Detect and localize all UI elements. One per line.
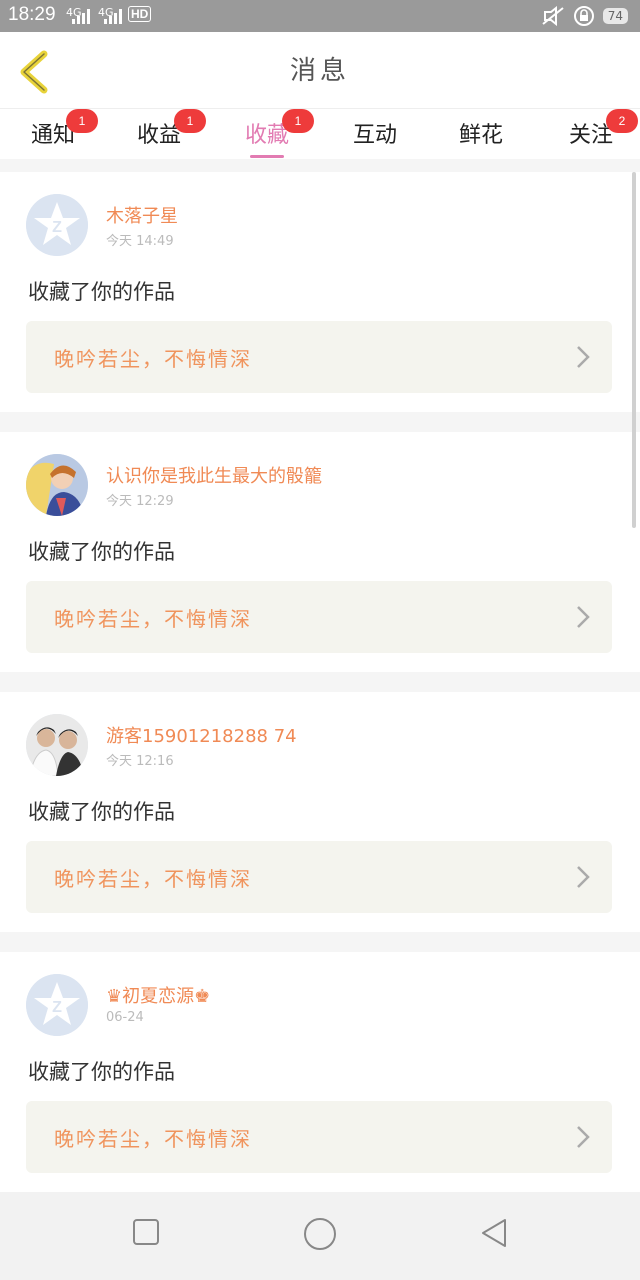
chevron-right-icon [577,346,590,368]
signal-icon-2 [104,9,122,24]
chevron-right-icon [577,606,590,628]
work-title: 晚吟若尘，不悔情深 [54,607,252,631]
signal-icon [72,9,90,24]
action-text: 收藏了你的作品 [28,540,175,564]
svg-text:Z: Z [52,219,62,236]
default-avatar-icon[interactable]: Z [26,974,88,1036]
work-link[interactable]: 晚吟若尘，不悔情深 [26,841,612,913]
work-link[interactable]: 晚吟若尘，不悔情深 [26,1101,612,1173]
tab-flowers[interactable]: 鲜花 [436,117,526,149]
tab-bar: 通知 1 收益 1 收藏 1 互动 鲜花 关注 2 [0,109,640,159]
default-avatar-icon[interactable]: Z [26,194,88,256]
list-item: Z 木落子星 今天 14:49 收藏了你的作品 晚吟若尘，不悔情深 [0,172,640,412]
list-item: Z ♛初夏恋源♚ 06-24 收藏了你的作品 晚吟若尘，不悔情深 [0,952,640,1192]
work-title: 晚吟若尘，不悔情深 [54,347,252,371]
user-name[interactable]: 认识你是我此生最大的骰籠 [106,462,322,488]
photo-avatar-icon[interactable] [26,714,88,776]
status-time: 18:29 [8,4,56,25]
tab-notice[interactable]: 通知 1 [8,109,98,149]
timestamp: 今天 12:29 [106,494,174,509]
timestamp: 06-24 [106,1010,144,1025]
tab-label: 互动 [352,123,397,148]
user-name[interactable]: 游客15901218288 74 [106,722,297,748]
timestamp: 今天 12:16 [106,754,174,769]
tab-label: 收益 [136,123,181,148]
action-text: 收藏了你的作品 [28,280,175,304]
hd-icon: HD [128,6,152,22]
action-text: 收藏了你的作品 [28,800,175,824]
back-nav-button[interactable] [480,1218,508,1248]
tab-active-indicator [250,155,284,158]
tab-badge: 1 [174,109,206,133]
chevron-right-icon [577,1126,590,1148]
page-title: 消息 [289,56,350,86]
tab-badge: 1 [282,109,314,133]
tab-label: 关注 [568,123,613,148]
work-title: 晚吟若尘，不悔情深 [54,1127,252,1151]
user-name[interactable]: 木落子星 [106,202,178,228]
user-name[interactable]: ♛初夏恋源♚ [106,982,210,1008]
timestamp: 今天 14:49 [106,234,174,249]
list-item: 认识你是我此生最大的骰籠 今天 12:29 收藏了你的作品 晚吟若尘，不悔情深 [0,432,640,672]
home-button[interactable] [303,1217,337,1251]
work-link[interactable]: 晚吟若尘，不悔情深 [26,581,612,653]
tab-badge: 1 [66,109,98,133]
tab-earnings[interactable]: 收益 1 [114,109,206,149]
anime-avatar-icon[interactable] [26,454,88,516]
status-bar: 18:29 4G 4G HD 74 [0,0,640,32]
recents-button[interactable] [132,1218,160,1246]
chevron-right-icon [577,866,590,888]
scrollbar[interactable] [632,172,636,528]
work-link[interactable]: 晚吟若尘，不悔情深 [26,321,612,393]
tab-label: 收藏 [244,123,289,148]
tab-favorites[interactable]: 收藏 1 [222,109,314,158]
lock-rotation-icon [573,6,594,26]
header: 消息 [0,32,640,109]
action-text: 收藏了你的作品 [28,1060,175,1084]
tab-follow[interactable]: 关注 2 [546,109,638,149]
message-list: Z 木落子星 今天 14:49 收藏了你的作品 晚吟若尘，不悔情深 认识你是我此… [0,172,640,1212]
tab-label: 鲜花 [458,123,503,148]
tab-interaction[interactable]: 互动 [330,117,420,149]
battery-level: 74 [602,8,628,24]
list-item: 游客15901218288 74 今天 12:16 收藏了你的作品 晚吟若尘，不… [0,692,640,932]
svg-text:Z: Z [52,999,62,1016]
tab-badge: 2 [606,109,638,133]
mute-icon [542,6,564,26]
system-nav-bar [0,1192,640,1280]
work-title: 晚吟若尘，不悔情深 [54,867,252,891]
